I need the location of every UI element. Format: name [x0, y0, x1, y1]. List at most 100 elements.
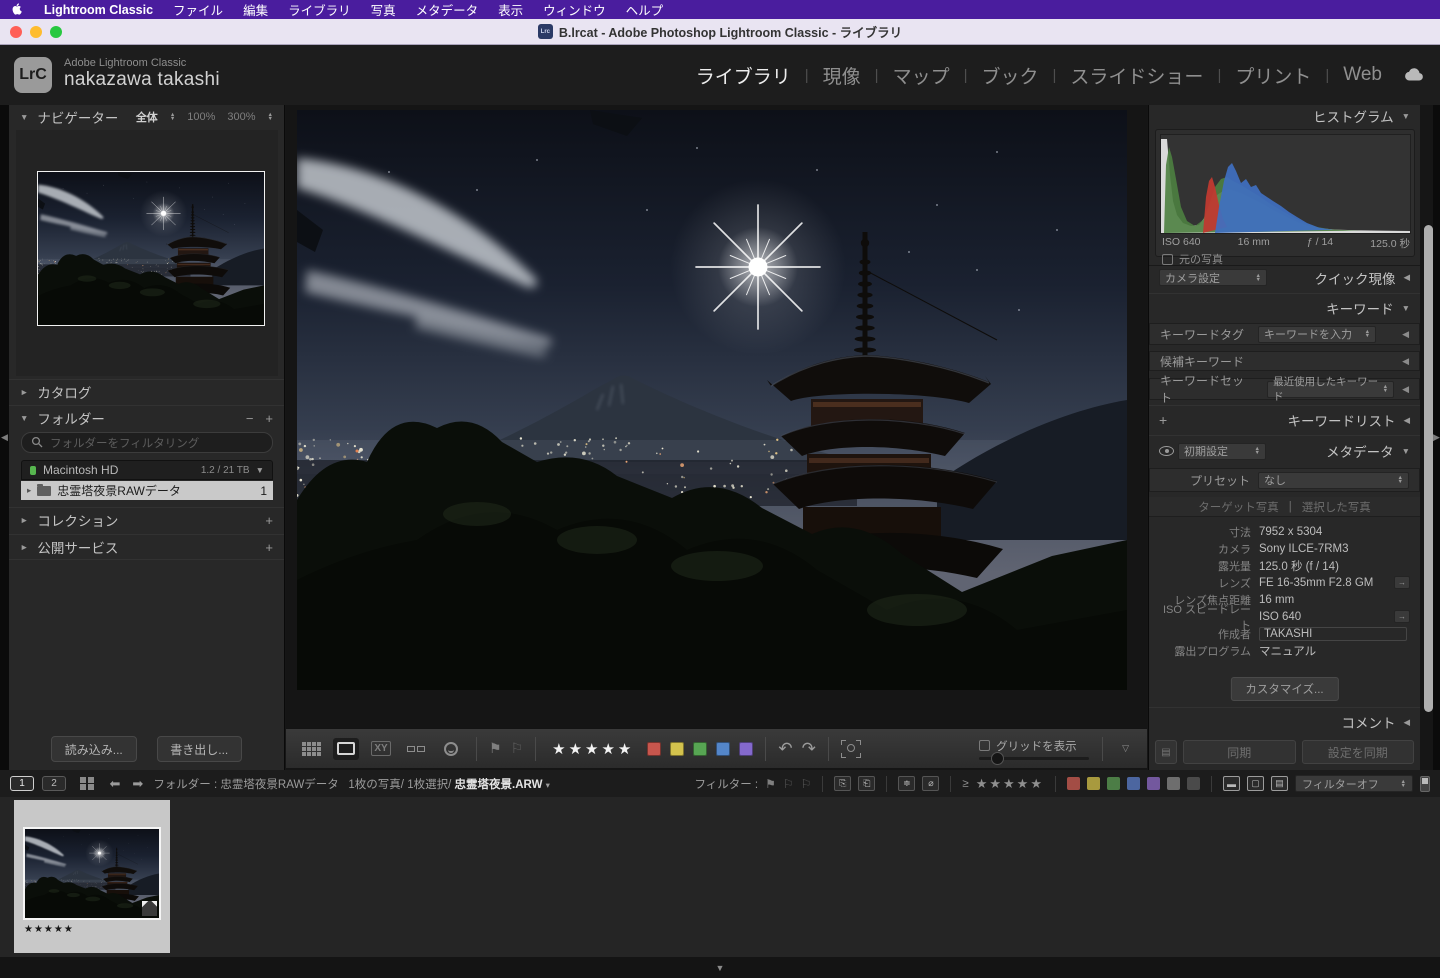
filter-preset-dropdown[interactable]: フィルターオフ ▲▼ — [1295, 775, 1413, 792]
metadata-header[interactable]: 初期設定 ▲▼ メタデータ ▼ — [1149, 440, 1420, 462]
metadata-preset-dropdown[interactable]: なし ▲▼ — [1258, 472, 1409, 489]
quick-develop-expand-icon[interactable]: ◀ — [1403, 272, 1410, 283]
second-window-button[interactable]: 2 — [42, 776, 66, 791]
target-photo-tab[interactable]: ターゲット写真 — [1198, 499, 1279, 515]
grid-view-shortcut-icon[interactable] — [80, 777, 94, 791]
flag-reject-button[interactable]: ⚐ — [511, 740, 524, 757]
keyword-tag-dropdown[interactable]: キーワードを入力 ▲▼ — [1258, 326, 1376, 343]
customize-button[interactable]: カスタマイズ... — [1230, 677, 1338, 701]
menu-file[interactable]: ファイル — [173, 0, 223, 19]
import-button[interactable]: 読み込み... — [51, 736, 137, 762]
survey-view-button[interactable] — [403, 738, 429, 760]
keyword-list-expand-icon[interactable]: ◀ — [1403, 415, 1410, 426]
navigator-zoom-fit[interactable]: 全体 — [136, 109, 158, 125]
creator-input[interactable]: TAKASHI — [1259, 627, 1407, 641]
zoom-stepper-icon[interactable]: ▲▼ — [268, 113, 273, 121]
folder-filter-field[interactable]: フォルダーをフィルタリング — [21, 432, 273, 453]
menu-help[interactable]: ヘルプ — [626, 0, 664, 19]
add-collection-button[interactable]: + — [265, 513, 273, 528]
bottom-panel-collapse[interactable]: ▼ — [0, 957, 1440, 978]
filter-adjust-on[interactable]: ≑ — [898, 776, 915, 791]
module-develop[interactable]: 現像 — [823, 62, 861, 89]
filter-edit-applied[interactable]: ⎘ — [834, 776, 851, 791]
publish-expand-icon[interactable]: ► — [20, 542, 28, 552]
module-library[interactable]: ライブラリ — [696, 62, 791, 89]
filter-color-custom[interactable] — [1187, 777, 1200, 790]
collections-expand-icon[interactable]: ► — [20, 515, 28, 525]
filter-flag-pick[interactable]: ⚑ — [765, 777, 776, 791]
remove-folder-button[interactable]: − — [246, 411, 254, 426]
comments-expand-icon[interactable]: ◀ — [1403, 717, 1410, 728]
keywording-collapse-icon[interactable]: ▼ — [1402, 303, 1410, 313]
next-image-button[interactable]: ➡ — [132, 776, 143, 792]
module-map[interactable]: マップ — [893, 62, 950, 89]
main-window-button[interactable]: 1 — [10, 776, 34, 791]
color-label-purple[interactable] — [739, 742, 753, 756]
folder-item-selected[interactable]: ▸ 忠霊塔夜景RAWデータ 1 — [21, 481, 273, 500]
menu-library[interactable]: ライブラリ — [288, 0, 351, 19]
sync-settings-button[interactable]: 設定を同期 — [1302, 740, 1415, 764]
filter-color-green[interactable] — [1107, 777, 1120, 790]
menu-view[interactable]: 表示 — [498, 0, 523, 19]
menu-window[interactable]: ウィンドウ — [543, 0, 606, 19]
filter-color-yellow[interactable] — [1087, 777, 1100, 790]
filmstrip-source-breadcrumb[interactable]: フォルダー : 忠霊塔夜景RAWデータ 1枚の写真/ 1枚選択/ 忠霊塔夜景.A… — [153, 776, 550, 792]
loupe-view-button[interactable] — [333, 738, 359, 760]
show-grid-checkbox[interactable] — [979, 740, 990, 751]
filter-flag-reject[interactable]: ⚐ — [801, 777, 812, 791]
grid-size-slider[interactable] — [979, 757, 1089, 760]
close-button[interactable] — [10, 26, 22, 38]
flag-pick-button[interactable]: ⚑ — [489, 740, 502, 757]
keyword-list-header[interactable]: + キーワードリスト ◀ — [1149, 409, 1420, 431]
folders-header[interactable]: ▼ フォルダー − + — [9, 406, 284, 430]
color-label-green[interactable] — [693, 742, 707, 756]
module-slideshow[interactable]: スライドショー — [1070, 62, 1203, 89]
selected-photo-tab[interactable]: 選択した写真 — [1302, 499, 1371, 515]
main-photo[interactable] — [297, 110, 1127, 690]
cloud-sync-icon[interactable] — [1402, 67, 1424, 82]
folder-expand-icon[interactable]: ▸ — [27, 485, 31, 496]
add-keyword-button[interactable]: + — [1159, 412, 1167, 428]
color-label-blue[interactable] — [716, 742, 730, 756]
navigator-zoom-300[interactable]: 300% — [227, 111, 255, 123]
navigator-zoom-100[interactable]: 100% — [187, 111, 215, 123]
filter-preset-1-button[interactable]: ▬ — [1223, 776, 1240, 791]
grid-view-button[interactable] — [298, 738, 324, 760]
export-button[interactable]: 書き出し... — [157, 736, 243, 762]
star-rating-control[interactable]: ★★★★★ — [552, 740, 634, 758]
navigator-header[interactable]: ▼ ナビゲーター 全体 ▲▼ 100% 300% ▲▼ — [9, 105, 284, 129]
keywording-header[interactable]: キーワード ▼ — [1149, 297, 1420, 319]
filter-color-blue[interactable] — [1127, 777, 1140, 790]
module-print[interactable]: プリント — [1235, 62, 1311, 89]
module-book[interactable]: ブック — [982, 62, 1039, 89]
histogram-collapse-icon[interactable]: ▼ — [1402, 111, 1410, 121]
filter-star-rating[interactable]: ★★★★★ — [976, 776, 1044, 792]
volume-collapse-icon[interactable]: ▼ — [256, 465, 264, 475]
color-label-yellow[interactable] — [670, 742, 684, 756]
rotate-left-button[interactable]: ↶ — [778, 739, 792, 759]
filter-color-gray[interactable] — [1167, 777, 1180, 790]
histogram-plot[interactable] — [1160, 134, 1411, 234]
lens-action-button[interactable]: → — [1394, 576, 1410, 589]
catalog-expand-icon[interactable]: ► — [20, 387, 28, 397]
metadata-collapse-icon[interactable]: ▼ — [1402, 446, 1410, 456]
histogram-header[interactable]: ヒストグラム ▼ — [1149, 105, 1420, 127]
menu-edit[interactable]: 編集 — [243, 0, 268, 19]
menu-photo[interactable]: 写真 — [371, 0, 396, 19]
filter-toggle-switch[interactable] — [1420, 776, 1430, 792]
navigator-collapse-icon[interactable]: ▼ — [20, 112, 28, 122]
filter-preset-2-button[interactable]: ▢ — [1247, 776, 1264, 791]
add-folder-button[interactable]: + — [265, 411, 273, 426]
minimize-button[interactable] — [30, 26, 42, 38]
saved-preset-dropdown[interactable]: カメラ設定 ▲▼ — [1159, 269, 1267, 286]
navigator-preview-photo[interactable] — [38, 172, 264, 325]
previous-image-button[interactable]: ⬅ — [110, 776, 121, 792]
filmstrip-thumbnail-selected[interactable]: ★★★★★ — [14, 800, 170, 953]
fit-stepper-icon[interactable]: ▲▼ — [170, 113, 175, 121]
compare-view-button[interactable]: XY — [368, 738, 394, 760]
rating-ge-symbol[interactable]: ≥ — [962, 778, 968, 790]
catalog-header[interactable]: ► カタログ — [9, 380, 284, 404]
module-web[interactable]: Web — [1343, 64, 1382, 86]
filter-edit-unapplied[interactable]: ⎗ — [858, 776, 875, 791]
right-panel-scrollbar[interactable] — [1424, 225, 1433, 712]
